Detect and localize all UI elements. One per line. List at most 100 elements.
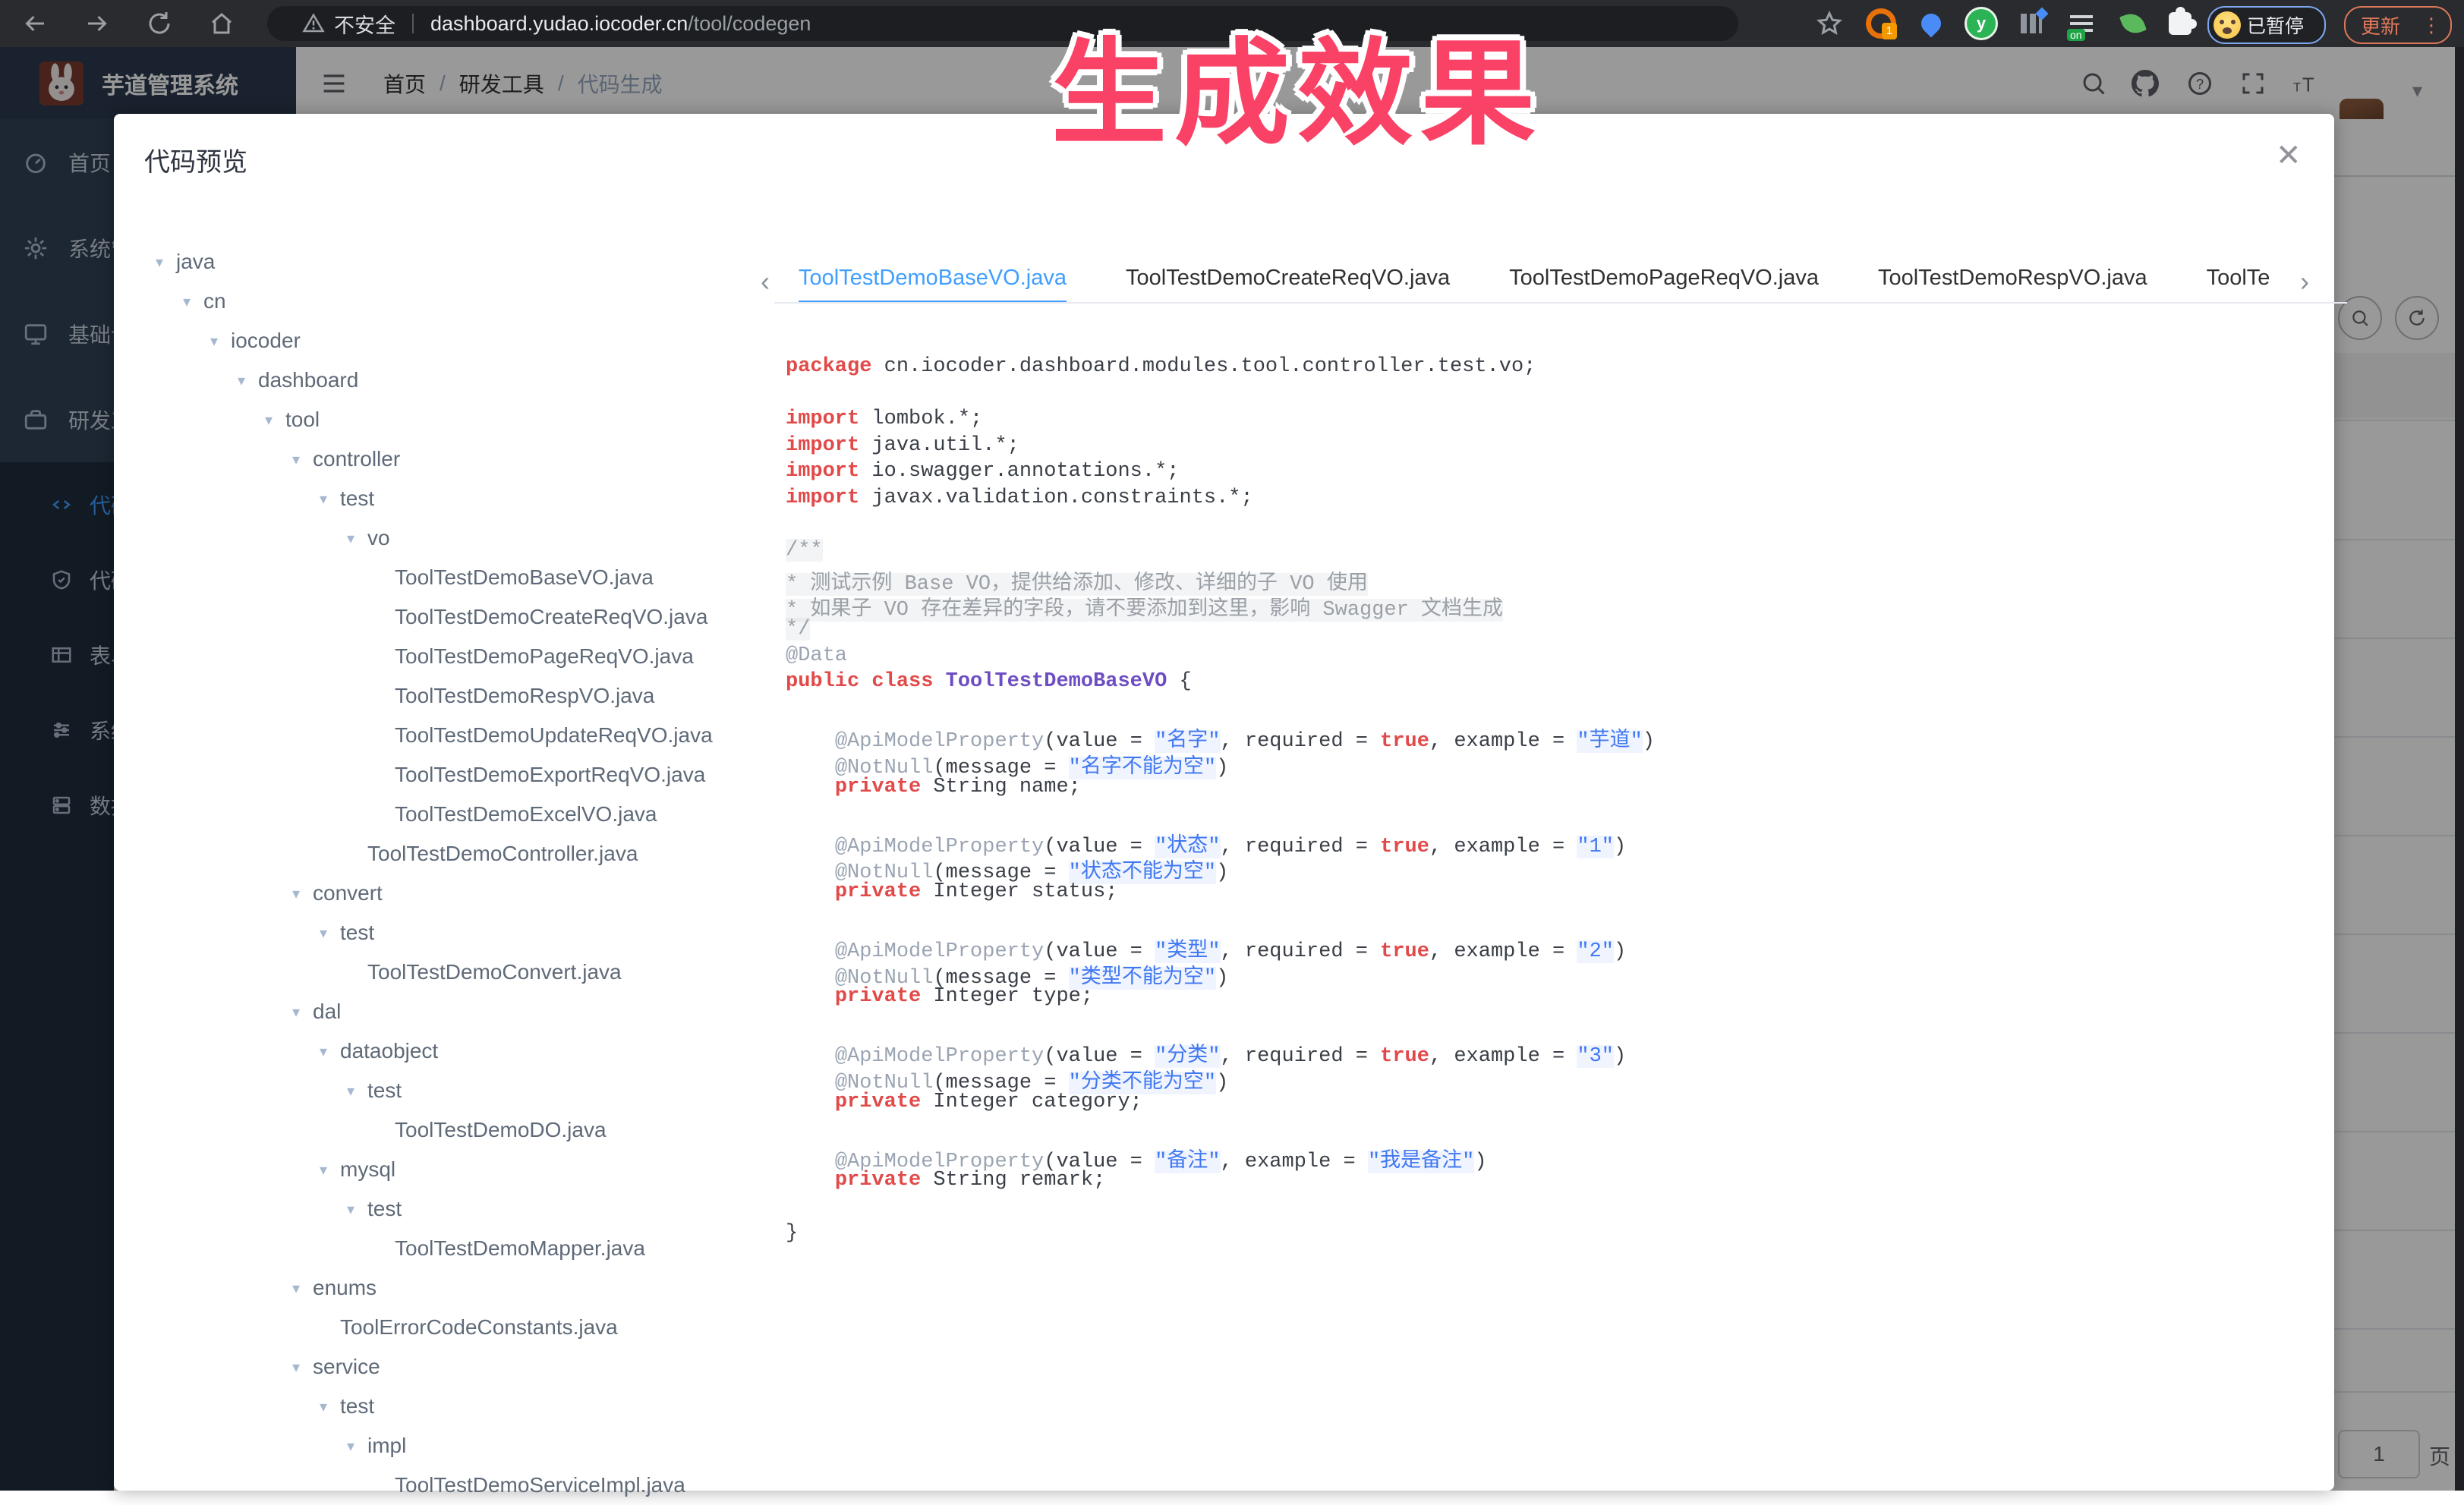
tree-node[interactable]: ToolTestDemoExportReqVO.java [114,755,767,795]
caret-down-icon: ▾ [347,1200,367,1219]
tree-node[interactable]: ToolTestDemoExcelVO.java [114,795,767,834]
browser-update-button[interactable]: 更新 ⋮ [2344,6,2452,44]
caret-down-icon: ▾ [292,884,313,903]
code-line: import io.swagger.annotations.*; [786,460,1655,486]
back-icon[interactable] [21,10,49,37]
tree-node-label: ToolTestDemoConvert.java [367,960,622,984]
tree-node-label: ToolTestDemoController.java [367,842,638,866]
tree-node-label: ToolTestDemoExcelVO.java [395,802,657,826]
tree-node[interactable]: ToolTestDemoServiceImpl.java [114,1466,767,1505]
tree-node[interactable]: ToolTestDemoController.java [114,834,767,874]
tree-node-label: ToolTestDemoBaseVO.java [395,565,654,590]
tree-node[interactable]: ▾test [114,479,767,518]
tree-node[interactable]: ▾service [114,1347,767,1387]
tree-node-label: impl [367,1434,406,1458]
tree-node[interactable]: ToolTestDemoCreateReqVO.java [114,597,767,637]
tab-item[interactable]: ToolTestDemoBaseVO.java [799,255,1067,304]
tree-node[interactable]: ▾dal [114,992,767,1031]
tab-item[interactable]: ToolTestDemoRespVO.java [1878,255,2147,304]
tree-node[interactable]: ToolTestDemoConvert.java [114,952,767,992]
close-icon[interactable]: ✕ [2276,138,2302,173]
code-line: import javax.validation.constraints.*; [786,486,1655,513]
forward-icon[interactable] [83,10,111,37]
tree-node[interactable]: ▾test [114,1387,767,1426]
caret-down-icon: ▾ [238,371,258,390]
extension-icon[interactable] [2113,6,2153,41]
tab-item[interactable]: ToolTestDemoCreateReqVO.java [1126,255,1450,304]
tree-node[interactable]: ToolTestDemoBaseVO.java [114,558,767,597]
code-line: @Data [786,644,1655,671]
caret-down-icon: ▾ [320,1160,340,1179]
extension-badge-icon: 1 [1866,8,1896,39]
tree-node[interactable]: ▾tool [114,400,767,439]
tree-node[interactable]: ▾convert [114,874,767,913]
code-line [786,1012,1655,1038]
tree-node[interactable]: ▾cn [114,282,767,321]
tab-item[interactable]: ToolTe [2207,255,2270,304]
tree-node[interactable]: ▾impl [114,1426,767,1466]
extension-icon[interactable]: 1 [1861,6,1901,41]
extension-icon[interactable]: on [2062,6,2101,41]
menu-dots-icon[interactable]: ⋮ [2421,14,2441,37]
home-icon[interactable] [208,10,235,37]
caret-down-icon: ▾ [210,332,231,351]
tree-node[interactable]: ToolTestDemoPageReqVO.java [114,637,767,676]
caret-down-icon: ▾ [292,1279,313,1298]
code-line: @ApiModelProperty(value = "备注", example … [786,1143,1655,1170]
code-line: @ApiModelProperty(value = "名字", required… [786,723,1655,749]
tree-node[interactable]: ▾mysql [114,1150,767,1189]
warning-icon[interactable] [302,12,325,35]
tree-node[interactable]: ▾dashboard [114,361,767,400]
code-editor: package cn.iocoder.dashboard.modules.too… [786,355,1655,1248]
caret-down-icon: ▾ [265,411,285,430]
tree-node[interactable]: ▾controller [114,439,767,479]
tree-node-label: vo [367,526,390,550]
tabs-next-icon[interactable]: › [2300,266,2309,298]
tree-node-label: service [313,1355,380,1379]
tree-node[interactable]: ▾enums [114,1268,767,1308]
extension-icon[interactable] [2012,6,2051,41]
profile-paused-badge[interactable]: 已暂停 [2207,6,2326,44]
tree-node[interactable]: ▾test [114,913,767,952]
tree-node[interactable]: ToolTestDemoMapper.java [114,1229,767,1268]
tab-label: ToolTestDemoCreateReqVO.java [1126,266,1450,291]
tree-node-label: ToolTestDemoExportReqVO.java [395,763,705,787]
code-line: */ [786,618,1655,644]
extensions-puzzle-icon[interactable] [2160,6,2200,41]
caret-down-icon: ▾ [292,450,313,469]
tree-node[interactable]: ToolTestDemoRespVO.java [114,676,767,716]
url-host: dashboard.yudao.iocoder.cn [430,12,688,36]
tab-label: ToolTestDemoBaseVO.java [799,266,1067,291]
code-line [786,513,1655,540]
bookmark-star-icon[interactable] [1816,10,1843,37]
code-line: import java.util.*; [786,434,1655,461]
tree-node[interactable]: ▾vo [114,518,767,558]
code-line: } [786,1222,1655,1248]
update-label: 更新 [2361,11,2400,39]
tree-node[interactable]: ▾java [114,242,767,282]
tree-node-label: java [176,250,215,274]
tree-node[interactable]: ▾iocoder [114,321,767,361]
file-tree: ▾java▾cn▾iocoder▾dashboard▾tool▾controll… [114,242,767,1505]
code-line: package cn.iocoder.dashboard.modules.too… [786,355,1655,382]
tree-node-label: ToolTestDemoCreateReqVO.java [395,605,707,629]
tree-node[interactable]: ToolTestDemoUpdateReqVO.java [114,716,767,755]
scrollbar[interactable] [2455,47,2464,1491]
caret-down-icon: ▾ [347,1082,367,1100]
extension-icon[interactable] [1911,6,1951,41]
tabs-prev-icon[interactable]: ‹ [761,266,770,298]
tab-item[interactable]: ToolTestDemoPageReqVO.java [1509,255,1819,304]
code-line: import lombok.*; [786,408,1655,434]
tree-node[interactable]: ▾test [114,1189,767,1229]
tree-node[interactable]: ▾test [114,1071,767,1110]
tree-node[interactable]: ToolTestDemoDO.java [114,1110,767,1150]
paused-label: 已暂停 [2247,11,2304,39]
reload-icon[interactable] [146,10,173,37]
profile-avatar-emoji [2214,11,2241,39]
extension-icon[interactable]: y [1961,6,2001,41]
url-path: /tool/codegen [688,12,811,36]
caret-down-icon: ▾ [183,292,203,311]
tree-node[interactable]: ToolErrorCodeConstants.java [114,1308,767,1347]
caret-down-icon: ▾ [347,1437,367,1456]
tree-node[interactable]: ▾dataobject [114,1031,767,1071]
